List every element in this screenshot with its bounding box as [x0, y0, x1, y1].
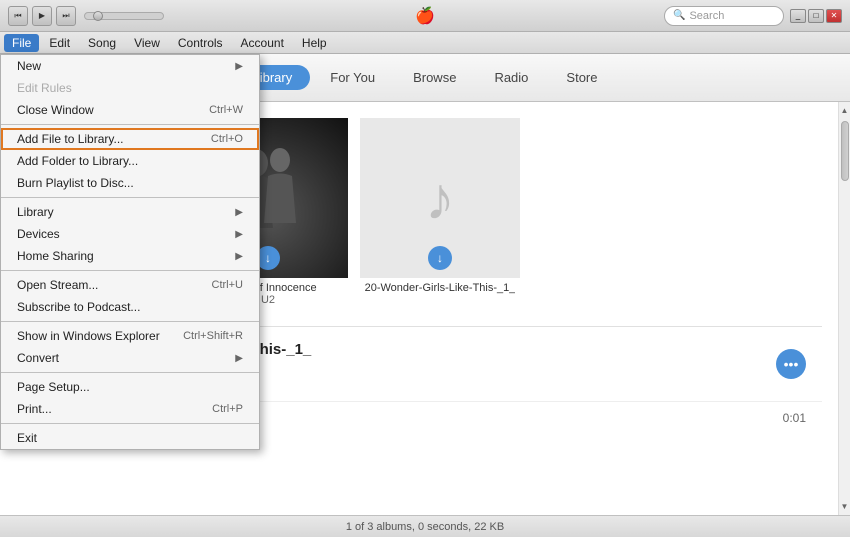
search-box[interactable]: 🔍 Search	[664, 6, 784, 26]
track-duration: 0:01	[783, 411, 806, 425]
minimize-button[interactable]: _	[790, 9, 806, 23]
menu-open-stream[interactable]: Open Stream... Ctrl+U	[1, 274, 259, 296]
apple-logo: 🍎	[415, 6, 435, 26]
scroll-down-arrow[interactable]: ▼	[839, 500, 850, 513]
tab-browse[interactable]: Browse	[395, 65, 474, 90]
close-button[interactable]: ✕	[826, 9, 842, 23]
menu-exit[interactable]: Exit	[1, 427, 259, 449]
album-wonder-girls[interactable]: ♪ ↓ 20-Wonder-Girls-Like-This-_1_	[360, 118, 520, 306]
separator-1	[1, 124, 259, 125]
menu-file[interactable]: File	[4, 34, 39, 52]
menu-add-folder[interactable]: Add Folder to Library...	[1, 150, 259, 172]
menu-page-setup[interactable]: Page Setup...	[1, 376, 259, 398]
play-button[interactable]: ▶	[32, 6, 52, 26]
menu-library[interactable]: Library ▶	[1, 201, 259, 223]
convert-arrow-icon: ▶	[235, 353, 243, 364]
tab-store[interactable]: Store	[548, 65, 615, 90]
menu-add-file[interactable]: Add File to Library... Ctrl+O	[1, 128, 259, 150]
nav-tabs: Library For You Browse Radio Store	[235, 65, 616, 90]
maximize-button[interactable]: □	[808, 9, 824, 23]
menu-edit-rules: Edit Rules	[1, 77, 259, 99]
search-label: Search	[689, 10, 724, 22]
menu-controls[interactable]: Controls	[170, 34, 231, 52]
menu-burn-playlist[interactable]: Burn Playlist to Disc...	[1, 172, 259, 194]
status-bar: 1 of 3 albums, 0 seconds, 22 KB	[0, 515, 850, 537]
album-cover-wonder: ♪ ↓	[360, 118, 520, 278]
library-arrow-icon: ▶	[235, 207, 243, 218]
songs-innocence-artist: U2	[261, 294, 275, 306]
forward-button[interactable]: ⏭	[56, 6, 76, 26]
new-arrow-icon: ▶	[235, 61, 243, 72]
playback-controls: ⏮ ▶ ⏭	[8, 6, 164, 26]
menu-song[interactable]: Song	[80, 34, 124, 52]
menu-subscribe-podcast[interactable]: Subscribe to Podcast...	[1, 296, 259, 318]
tab-for-you[interactable]: For You	[312, 65, 393, 90]
tab-radio[interactable]: Radio	[476, 65, 546, 90]
separator-3	[1, 270, 259, 271]
menu-devices[interactable]: Devices ▶	[1, 223, 259, 245]
search-icon: 🔍	[673, 10, 685, 21]
menu-print[interactable]: Print... Ctrl+P	[1, 398, 259, 420]
music-note-icon: ♪	[425, 164, 455, 233]
menu-close-window[interactable]: Close Window Ctrl+W	[1, 99, 259, 121]
menu-help[interactable]: Help	[294, 34, 335, 52]
wonder-girls-title: 20-Wonder-Girls-Like-This-_1_	[365, 282, 516, 294]
home-sharing-arrow-icon: ▶	[235, 251, 243, 262]
scrollbar[interactable]: ▲ ▼	[838, 102, 850, 515]
progress-thumb[interactable]	[93, 11, 103, 21]
separator-6	[1, 423, 259, 424]
menu-new[interactable]: New ▶	[1, 55, 259, 77]
scroll-thumb[interactable]	[841, 121, 849, 181]
title-bar: ⏮ ▶ ⏭ 🍎 🔍 Search _ □ ✕	[0, 0, 850, 32]
scroll-up-arrow[interactable]: ▲	[839, 104, 850, 117]
rewind-button[interactable]: ⏮	[8, 6, 28, 26]
menu-bar: File Edit Song View Controls Account Hel…	[0, 32, 850, 54]
menu-convert[interactable]: Convert ▶	[1, 347, 259, 369]
wonder-download-icon[interactable]: ↓	[428, 246, 452, 270]
file-dropdown-menu: New ▶ Edit Rules Close Window Ctrl+W Add…	[0, 54, 260, 450]
more-options-button[interactable]: •••	[776, 349, 806, 379]
status-text: 1 of 3 albums, 0 seconds, 22 KB	[346, 521, 504, 533]
menu-home-sharing[interactable]: Home Sharing ▶	[1, 245, 259, 267]
separator-2	[1, 197, 259, 198]
progress-bar[interactable]	[84, 12, 164, 20]
menu-view[interactable]: View	[126, 34, 168, 52]
separator-4	[1, 321, 259, 322]
menu-account[interactable]: Account	[233, 34, 292, 52]
menu-edit[interactable]: Edit	[41, 34, 78, 52]
separator-5	[1, 372, 259, 373]
devices-arrow-icon: ▶	[235, 229, 243, 240]
menu-show-explorer[interactable]: Show in Windows Explorer Ctrl+Shift+R	[1, 325, 259, 347]
